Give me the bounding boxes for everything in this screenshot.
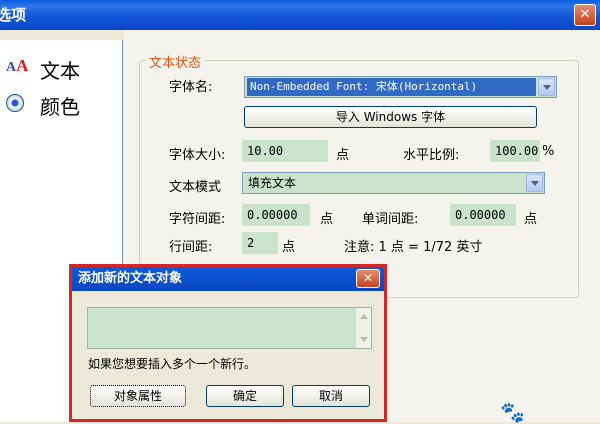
cancel-button[interactable]: 取消 [292,385,370,407]
font-size-unit: 点 [336,148,350,163]
char-spacing-input[interactable]: 0.00000 [242,204,310,226]
font-name-label: 字体名: [169,80,213,95]
new-text-textarea[interactable] [87,307,372,349]
close-icon: ✕ [579,7,591,22]
window-titlebar: 选项 ✕ [0,0,600,30]
sidebar-item-color[interactable]: 颜色 [0,88,123,119]
object-properties-button[interactable]: 对象属性 [90,385,186,407]
ok-button[interactable]: 确定 [206,385,284,407]
line-spacing-label: 行间距: [169,240,213,255]
chevron-down-icon[interactable] [538,78,555,96]
word-spacing-unit: 点 [524,212,538,227]
word-spacing-input[interactable]: 0.00000 [450,204,516,226]
sidebar-item-label: 文本 [40,59,80,83]
watermark-paw-icon: 🐾 [500,400,525,424]
text-mode-value: 填充文本 [248,176,297,190]
sidebar-item-label: 颜色 [40,95,80,119]
h-scale-input[interactable]: 100.00 [490,140,540,162]
line-spacing-input[interactable]: 2 [242,232,278,254]
font-name-select[interactable]: Non-Embedded Font: 宋体(Horizontal) [244,76,557,98]
dialog-hint: 如果您想要插入多个一个新行。 [88,357,257,371]
dialog-title: 添加新的文本对象 [78,271,183,286]
unit-note: 注意: 1 点 = 1/72 英寸 [344,240,483,255]
char-spacing-label: 字符间距: [169,212,226,227]
h-scale-unit: % [542,144,555,159]
line-spacing-unit: 点 [282,240,296,255]
scroll-up-icon[interactable] [360,314,368,319]
import-windows-font-button[interactable]: 导入 Windows 字体 [244,106,537,128]
font-size-input[interactable]: 10.00 [242,140,328,162]
text-style-icon: AA [6,56,29,75]
dialog-close-button[interactable]: ✕ [356,269,380,288]
chevron-down-icon[interactable] [526,174,543,192]
font-name-value: Non-Embedded Font: 宋体(Horizontal) [247,78,536,96]
dialog-titlebar: 添加新的文本对象 ✕ [72,267,384,291]
text-mode-select[interactable]: 填充文本 [242,172,545,194]
radio-selected-icon [6,94,24,112]
char-spacing-unit: 点 [320,212,334,227]
h-scale-label: 水平比例: [403,148,460,163]
group-title: 文本状态 [146,52,205,71]
text-mode-label: 文本模式 [169,180,222,195]
add-text-object-dialog: 添加新的文本对象 ✕ 如果您想要插入多个一个新行。 对象属性 确定 取消 [69,264,387,422]
font-size-label: 字体大小: [169,148,226,163]
word-spacing-label: 单词间距: [362,212,419,227]
window-title: 选项 [0,6,27,24]
vertical-scrollbar[interactable] [355,308,371,348]
close-icon: ✕ [362,271,374,285]
scroll-down-icon[interactable] [360,337,368,342]
sidebar-item-text[interactable]: AA 文本 [0,52,123,83]
window-close-button[interactable]: ✕ [574,4,596,26]
